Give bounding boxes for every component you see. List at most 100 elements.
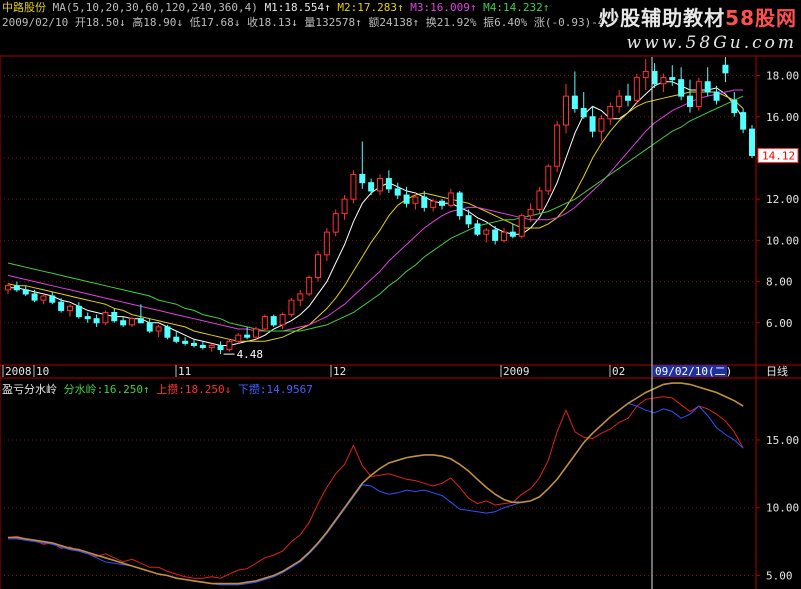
watermark-title: 炒股辅助教材58股网 [599, 2, 797, 31]
price-tick-label: 18.00 [766, 70, 799, 83]
amount: 额24138↑ [368, 16, 420, 29]
candle-body [253, 328, 259, 338]
candle-body [625, 95, 631, 101]
candle-body [146, 322, 153, 332]
candle-body [660, 77, 667, 85]
candle-body [297, 293, 304, 301]
candle-body [501, 231, 507, 241]
candle-body [137, 318, 144, 324]
amplitude: 振6.40% [483, 16, 528, 29]
price-tick-label: 6.00 [766, 317, 793, 330]
price-tick-label: 10.00 [766, 234, 799, 247]
candle-body [235, 334, 242, 342]
indicator-tick-label: 15.00 [766, 434, 799, 447]
main-price-axis: 6.008.0010.0012.0014.0016.0018.00 [756, 70, 799, 330]
candle-body [607, 105, 614, 120]
candle-body [199, 344, 206, 349]
close-price: 收18.13↓ [246, 16, 298, 29]
candle-body [341, 198, 348, 215]
candle-body [492, 229, 499, 241]
candle-body [244, 334, 251, 338]
indicator-line-2 [8, 402, 744, 586]
indicator-line1: 分水岭:16.250↑ [63, 383, 150, 396]
candle-body [368, 182, 375, 192]
candle-body [421, 196, 428, 208]
candle-body [518, 215, 525, 237]
date-axis: 2008 10 11 12 2009 02 [2, 365, 625, 378]
ma-line-ma5 [8, 81, 744, 346]
indicator-line-1 [7, 396, 744, 579]
candle-body [403, 194, 410, 204]
candle-body [722, 64, 729, 74]
indicator-title: 盈亏分水岭 [2, 383, 57, 396]
site-watermark: 炒股辅助教材58股网 www.58Gu.com [599, 2, 797, 53]
ohlc-header-row: 2009/02/10 开18.50↓ 高18.90↓ 低17.68↓ 收18.1… [2, 16, 611, 30]
indicator-tick-label: 10.00 [766, 502, 799, 515]
candle-body [527, 208, 534, 217]
low-price: 低17.68↓ [189, 16, 241, 29]
candle-body [67, 305, 73, 311]
indicator-line-0 [8, 382, 744, 585]
candle-body [447, 192, 454, 206]
candle-body [749, 128, 755, 156]
candle-body [208, 344, 215, 349]
candle-body [5, 285, 11, 291]
candle-body [279, 314, 286, 326]
candle-body [288, 299, 295, 316]
candle-body [713, 91, 720, 101]
candle-body [430, 200, 437, 208]
candle-body [616, 95, 623, 107]
candle-body [678, 79, 685, 97]
candle-body [13, 285, 20, 291]
price-tick-label: 16.00 [766, 111, 799, 124]
period-label: 日线 [766, 364, 788, 378]
candle-body [261, 316, 268, 330]
candle-body [226, 340, 233, 351]
date-tick-label: 2008 [5, 365, 32, 378]
candle-body [385, 178, 392, 190]
indicator-tick-label: 5.00 [766, 569, 793, 582]
candle-body [173, 336, 180, 342]
ma-line-ma20 [7, 89, 744, 332]
candle-body [359, 173, 366, 184]
price-tick-label: 8.00 [766, 276, 793, 289]
chart-stage: 6.008.0010.0012.0014.0016.0018.00 200810… [0, 55, 801, 589]
candle-body [377, 178, 383, 192]
ma3-value: M3:16.009↑ [410, 1, 477, 14]
candle-body [589, 116, 596, 132]
last-price-label: 14.12 [762, 149, 795, 162]
indicator-header: 盈亏分水岭 分水岭:16.250↑ 上攒:18.250↓ 下攒:14.9567 [2, 381, 313, 397]
candle-body [217, 344, 224, 351]
ma4-value: M4:14.232↑ [483, 1, 550, 14]
candle-body [129, 318, 135, 326]
volume: 量132578↑ [304, 16, 362, 29]
candle-body [536, 190, 543, 210]
candle-body [155, 326, 162, 332]
candle-body [120, 320, 127, 326]
candle-body [598, 118, 605, 132]
candle-body [563, 95, 569, 126]
indicator-line2: 上攒:18.250↓ [156, 383, 232, 396]
candle-body [40, 295, 47, 301]
main-gridlines [4, 75, 756, 324]
candle-body [651, 70, 658, 85]
candle-body [456, 192, 463, 217]
candle-body [323, 231, 330, 256]
candle-body [394, 188, 401, 196]
candle-body [315, 254, 321, 278]
candle-body [31, 293, 38, 301]
date-tick-label: 02 [612, 365, 625, 378]
watermark-title-b: 58股网 [725, 6, 797, 30]
date-tick-label: 11 [178, 365, 191, 378]
candle-body [695, 81, 702, 107]
candle-body [306, 276, 313, 295]
candle-body [49, 295, 56, 303]
candle-body [642, 70, 649, 79]
candle-body [332, 213, 339, 233]
open-price: 开18.50↓ [74, 16, 126, 29]
indicator-line3: 下攒:14.9567 [237, 383, 313, 396]
stock-name: 中路股份 [2, 1, 46, 14]
candle-body [102, 311, 109, 324]
candle-body [704, 81, 711, 93]
watermark-url: www.58Gu.com [626, 33, 797, 53]
